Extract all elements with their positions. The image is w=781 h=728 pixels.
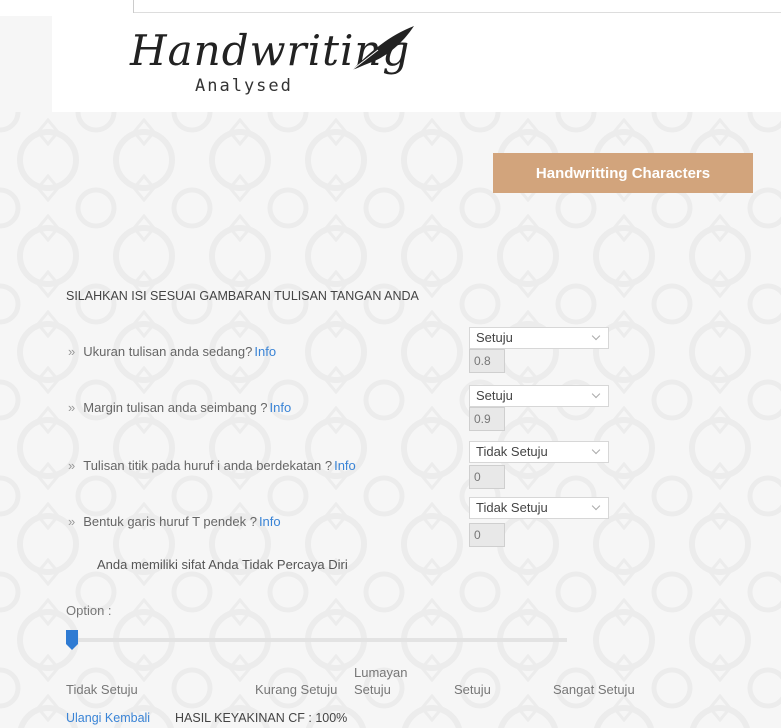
chevron-down-icon [591, 445, 601, 455]
question-1-select[interactable]: Setuju [469, 327, 609, 349]
question-1: » Ukuran tulisan anda sedang? Info [68, 344, 276, 359]
question-3-select[interactable]: Tidak Setuju [469, 441, 609, 463]
question-4-cf-value: 0 [469, 523, 505, 547]
result-text: Anda memiliki sifat Anda Tidak Percaya D… [97, 557, 348, 572]
question-4-select-value: Tidak Setuju [476, 500, 548, 515]
question-4-text: Bentuk garis huruf T pendek ? [83, 514, 257, 529]
top-divider-tick [133, 0, 134, 13]
question-3-cf-value: 0 [469, 465, 505, 489]
question-2-select[interactable]: Setuju [469, 385, 609, 407]
bullet-icon: » [68, 458, 76, 473]
bullet-icon: » [68, 514, 76, 529]
logo-subtitle: Analysed [195, 76, 293, 96]
question-4-select[interactable]: Tidak Setuju [469, 497, 609, 519]
cf-result-text: HASIL KEYAKINAN CF : 100% [175, 711, 348, 725]
background-pattern [0, 112, 781, 728]
question-1-info-link[interactable]: Info [254, 344, 276, 359]
option-label: Option : [66, 603, 112, 618]
scale-label-tidak-setuju: Tidak Setuju [66, 682, 138, 697]
bullet-icon: » [68, 344, 76, 359]
scale-label-lumayan-setuju: Lumayan Setuju [354, 665, 408, 697]
question-1-cf-value: 0.8 [469, 349, 505, 373]
question-2-cf-value: 0.9 [469, 407, 505, 431]
bullet-icon: » [68, 400, 76, 415]
scale-label-kurang-setuju: Kurang Setuju [255, 682, 338, 697]
quill-icon [351, 26, 414, 71]
chevron-down-icon [591, 331, 601, 341]
question-2: » Margin tulisan anda seimbang ? Info [68, 400, 291, 415]
question-1-select-value: Setuju [476, 330, 513, 345]
question-4-info-link[interactable]: Info [259, 514, 281, 529]
question-4: » Bentuk garis huruf T pendek ? Info [68, 514, 281, 529]
question-3-select-value: Tidak Setuju [476, 444, 548, 459]
question-2-text: Margin tulisan anda seimbang ? [83, 400, 268, 415]
question-3: » Tulisan titik pada huruf i anda berdeka… [68, 458, 356, 473]
retry-link[interactable]: Ulangi Kembali [66, 711, 150, 725]
option-slider-handle[interactable] [66, 630, 78, 650]
question-1-text: Ukuran tulisan anda sedang? [83, 344, 253, 359]
top-divider [133, 12, 781, 13]
question-2-select-value: Setuju [476, 388, 513, 403]
question-3-text: Tulisan titik pada huruf i anda berdekat… [83, 458, 333, 473]
instruction-text: SILAHKAN ISI SESUAI GAMBARAN TULISAN TAN… [66, 289, 419, 303]
scale-label-setuju: Setuju [454, 682, 491, 697]
question-3-info-link[interactable]: Info [334, 458, 356, 473]
chevron-down-icon [591, 389, 601, 399]
handwriting-characters-button[interactable]: Handwritting Characters [493, 153, 753, 193]
option-slider-track[interactable] [68, 638, 567, 642]
scale-label-sangat-setuju: Sangat Setuju [553, 682, 635, 697]
chevron-down-icon [591, 501, 601, 511]
top-bar [0, 0, 781, 16]
site-header: Handwriting Analysed [52, 16, 781, 112]
question-2-info-link[interactable]: Info [270, 400, 292, 415]
